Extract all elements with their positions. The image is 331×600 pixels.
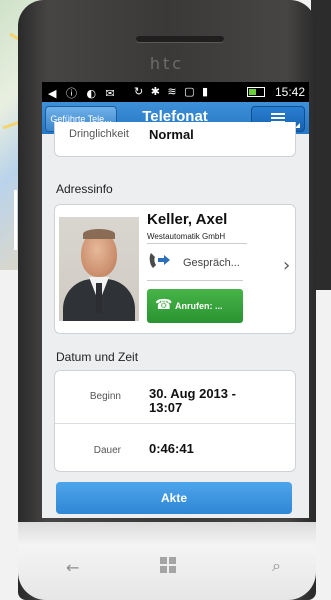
duration-label: Dauer bbox=[93, 445, 121, 456]
status-time: 15:42 bbox=[274, 85, 305, 99]
phone-screen: ◀ ⓘ ◐ ✉ ↻ ✱ ≋ ▢ ▮ 15:42 Geführte Tele...… bbox=[42, 82, 309, 518]
begin-value: 30. Aug 2013 - 13:07 bbox=[149, 386, 236, 415]
battery-icon bbox=[247, 87, 265, 97]
back-key-icon[interactable]: ← bbox=[66, 558, 79, 577]
scroll-content[interactable]: Dringlichkeit Normal Adressinfo Keller, … bbox=[42, 122, 309, 518]
divider bbox=[147, 280, 243, 281]
akte-button[interactable]: Akte bbox=[56, 482, 292, 514]
address-section-title: Adressinfo bbox=[56, 182, 113, 196]
call-button[interactable]: ☎ Anrufen: ... bbox=[147, 289, 243, 323]
priority-value: Normal bbox=[149, 127, 194, 142]
call-transfer-icon[interactable] bbox=[147, 250, 171, 272]
notification-icons: ◀ ⓘ ◐ ✉ bbox=[48, 87, 118, 100]
contact-name: Keller, Axel bbox=[147, 211, 228, 228]
duration-value: 0:46:41 bbox=[149, 441, 194, 456]
call-button-label: Anrufen: ... bbox=[175, 301, 223, 311]
date-section-title: Datum und Zeit bbox=[56, 350, 139, 364]
date-card: Beginn 30. Aug 2013 - 13:07 Dauer 0:46:4… bbox=[54, 370, 296, 472]
chevron-right-icon[interactable]: › bbox=[283, 255, 290, 276]
system-icons: ↻ ✱ ≋ ▢ ▮ bbox=[134, 85, 211, 98]
divider bbox=[55, 423, 295, 424]
address-card: Keller, Axel Westautomatik GmbH Gespräch… bbox=[54, 204, 296, 334]
brand-logo: htc bbox=[149, 54, 185, 73]
conversation-link[interactable]: Gespräch... bbox=[183, 257, 240, 269]
status-bar: ◀ ⓘ ◐ ✉ ↻ ✱ ≋ ▢ ▮ 15:42 bbox=[42, 82, 309, 102]
contact-company: Westautomatik GmbH bbox=[147, 232, 247, 244]
contact-photo bbox=[59, 217, 139, 321]
begin-label: Beginn bbox=[89, 391, 121, 402]
priority-card: Dringlichkeit Normal bbox=[54, 122, 296, 157]
phone-icon: ☎ bbox=[155, 297, 173, 313]
speaker-grille bbox=[136, 36, 224, 42]
search-key-icon[interactable]: ⌕ bbox=[272, 556, 281, 576]
windows-key-icon[interactable] bbox=[160, 557, 176, 573]
priority-label: Dringlichkeit bbox=[69, 128, 129, 140]
